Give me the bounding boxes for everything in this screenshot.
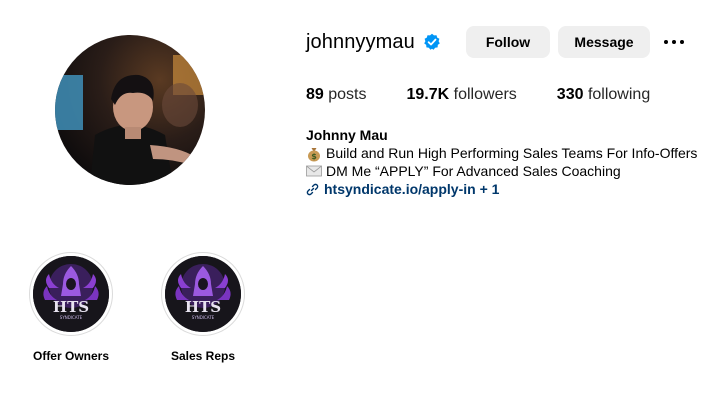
bio-line-1: $ Build and Run High Performing Sales Te…: [306, 144, 697, 162]
hts-logo-icon: HTS SYNDICATE: [33, 256, 109, 332]
followers-label: followers: [453, 86, 517, 103]
message-button[interactable]: Message: [558, 26, 650, 58]
svg-text:SYNDICATE: SYNDICATE: [192, 315, 215, 320]
verified-badge-icon: [423, 33, 441, 51]
following-label: following: [587, 86, 651, 103]
username: johnnyymau: [306, 30, 415, 53]
highlight-label: Sales Reps: [170, 349, 236, 363]
svg-text:SYNDICATE: SYNDICATE: [60, 315, 83, 320]
posts-label: posts: [328, 86, 367, 103]
svg-text:$: $: [311, 152, 317, 161]
bio-link-text: htsyndicate.io/apply-in + 1: [324, 181, 500, 197]
followers-count: 19.7K: [406, 86, 450, 103]
envelope-icon: [306, 164, 322, 178]
hts-logo-icon: HTS SYNDICATE: [165, 256, 241, 332]
highlight-sales-reps[interactable]: HTS SYNDICATE Sales Reps: [160, 252, 246, 363]
bio-line-1-text: Build and Run High Performing Sales Team…: [326, 145, 698, 161]
more-options-icon[interactable]: [662, 30, 686, 54]
following-stat[interactable]: 330 following: [557, 86, 650, 104]
highlight-label: Offer Owners: [32, 349, 110, 363]
highlight-ring: HTS SYNDICATE: [161, 252, 245, 336]
bio-line-2-text: DM Me “APPLY” For Advanced Sales Coachin…: [326, 163, 621, 179]
username-row: johnnyymau: [306, 26, 441, 58]
followers-stat[interactable]: 19.7K followers: [407, 86, 517, 104]
profile-stats: 89 posts 19.7K followers 330 following: [306, 86, 690, 104]
money-bag-icon: $: [306, 146, 322, 162]
highlight-offer-owners[interactable]: HTS SYNDICATE Offer Owners: [28, 252, 114, 363]
full-name: Johnny Mau: [306, 127, 388, 143]
highlight-ring: HTS SYNDICATE: [29, 252, 113, 336]
posts-stat: 89 posts: [306, 86, 367, 104]
following-count: 330: [556, 86, 584, 103]
posts-count: 89: [306, 86, 324, 103]
follow-button[interactable]: Follow: [466, 26, 550, 58]
svg-text:HTS: HTS: [185, 298, 221, 316]
profile-bio: Johnny Mau $ Build and Run High Performi…: [306, 126, 697, 198]
profile-avatar[interactable]: [55, 35, 205, 185]
bio-line-2: DM Me “APPLY” For Advanced Sales Coachin…: [306, 162, 697, 180]
bio-link[interactable]: htsyndicate.io/apply-in + 1: [306, 180, 697, 198]
link-icon: [306, 183, 319, 195]
svg-text:HTS: HTS: [53, 298, 89, 316]
